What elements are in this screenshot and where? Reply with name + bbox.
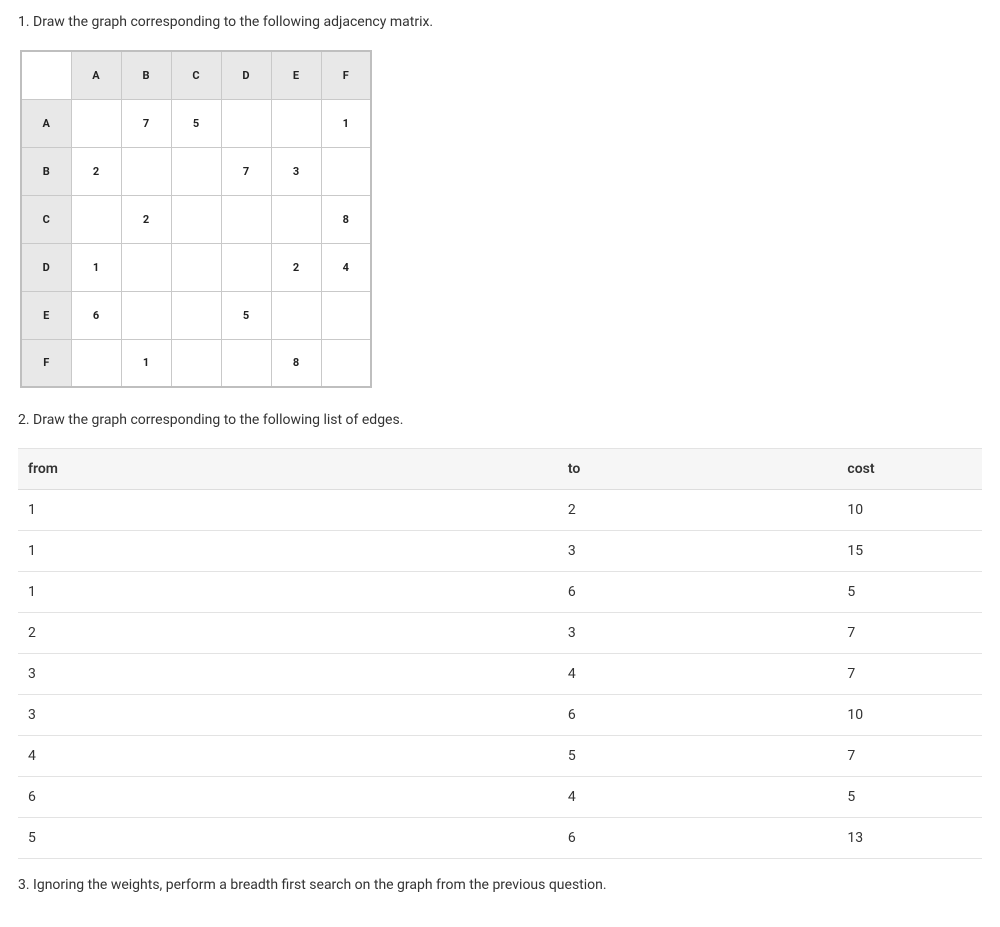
adjacency-cell (171, 339, 221, 387)
adjacency-cell: 5 (171, 99, 221, 147)
adjacency-cell (271, 195, 321, 243)
adjacency-cell: 6 (71, 291, 121, 339)
adjacency-cell: 4 (321, 243, 371, 291)
edges-table: from to cost 121013151652373473610457645… (18, 448, 982, 859)
adjacency-col-header: E (271, 51, 321, 99)
adjacency-cell (321, 339, 371, 387)
edge-cost-cell: 10 (837, 490, 982, 531)
adjacency-col-header: F (321, 51, 371, 99)
question-1-text: 1. Draw the graph corresponding to the f… (18, 14, 982, 30)
edge-to-cell: 5 (558, 736, 838, 777)
adjacency-cell (321, 147, 371, 195)
adjacency-cell (171, 195, 221, 243)
adjacency-cell (71, 195, 121, 243)
adjacency-cell (171, 243, 221, 291)
edge-cost-cell: 7 (837, 736, 982, 777)
edge-from-cell: 1 (18, 490, 558, 531)
adjacency-cell: 5 (221, 291, 271, 339)
edge-cost-cell: 15 (837, 531, 982, 572)
adjacency-cell: 2 (271, 243, 321, 291)
adjacency-cell: 7 (121, 99, 171, 147)
adjacency-cell (271, 291, 321, 339)
table-row: 237 (18, 613, 982, 654)
edge-to-cell: 4 (558, 777, 838, 818)
edge-to-cell: 6 (558, 695, 838, 736)
edge-to-cell: 6 (558, 572, 838, 613)
question-3-text: 3. Ignoring the weights, perform a bread… (18, 877, 982, 893)
adjacency-cell: 1 (121, 339, 171, 387)
table-row: 1315 (18, 531, 982, 572)
edge-from-cell: 1 (18, 531, 558, 572)
edge-cost-cell: 5 (837, 777, 982, 818)
edge-from-cell: 3 (18, 695, 558, 736)
adjacency-cell (221, 99, 271, 147)
adjacency-row-header: C (21, 195, 71, 243)
edge-from-cell: 4 (18, 736, 558, 777)
edge-from-cell: 5 (18, 818, 558, 859)
edge-from-cell: 6 (18, 777, 558, 818)
adjacency-cell (171, 147, 221, 195)
table-row: 1210 (18, 490, 982, 531)
edge-from-cell: 2 (18, 613, 558, 654)
adjacency-cell (171, 291, 221, 339)
adjacency-col-header: D (221, 51, 271, 99)
adjacency-cell (221, 195, 271, 243)
adjacency-cell (221, 339, 271, 387)
adjacency-cell: 7 (221, 147, 271, 195)
adjacency-cell (271, 99, 321, 147)
adjacency-corner-cell (21, 51, 71, 99)
adjacency-matrix-table: A B C D E F A 7 5 1 B 2 7 3 C 2 8 D 1 (20, 50, 372, 388)
adjacency-row-header: F (21, 339, 71, 387)
edge-to-cell: 3 (558, 531, 838, 572)
table-row: 347 (18, 654, 982, 695)
edge-to-cell: 6 (558, 818, 838, 859)
adjacency-cell: 1 (321, 99, 371, 147)
edge-cost-cell: 5 (837, 572, 982, 613)
edge-from-cell: 3 (18, 654, 558, 695)
adjacency-cell: 1 (71, 243, 121, 291)
edges-header-to: to (558, 449, 838, 490)
adjacency-row-header: D (21, 243, 71, 291)
table-row: 3610 (18, 695, 982, 736)
adjacency-row-header: E (21, 291, 71, 339)
table-row: 5613 (18, 818, 982, 859)
edge-cost-cell: 7 (837, 613, 982, 654)
adjacency-cell: 2 (121, 195, 171, 243)
adjacency-cell (71, 339, 121, 387)
adjacency-cell (221, 243, 271, 291)
adjacency-cell: 8 (321, 195, 371, 243)
edge-to-cell: 4 (558, 654, 838, 695)
adjacency-col-header: C (171, 51, 221, 99)
edge-cost-cell: 10 (837, 695, 982, 736)
adjacency-cell (121, 243, 171, 291)
adjacency-cell (121, 291, 171, 339)
adjacency-cell: 2 (71, 147, 121, 195)
edge-cost-cell: 7 (837, 654, 982, 695)
edges-header-from: from (18, 449, 558, 490)
table-row: 457 (18, 736, 982, 777)
edge-to-cell: 3 (558, 613, 838, 654)
table-row: 165 (18, 572, 982, 613)
edge-cost-cell: 13 (837, 818, 982, 859)
adjacency-cell (321, 291, 371, 339)
question-2-text: 2. Draw the graph corresponding to the f… (18, 412, 982, 428)
adjacency-cell: 3 (271, 147, 321, 195)
adjacency-row-header: A (21, 99, 71, 147)
adjacency-cell (71, 99, 121, 147)
adjacency-cell (121, 147, 171, 195)
adjacency-col-header: A (71, 51, 121, 99)
adjacency-col-header: B (121, 51, 171, 99)
table-row: 645 (18, 777, 982, 818)
adjacency-cell: 8 (271, 339, 321, 387)
edges-header-cost: cost (837, 449, 982, 490)
edge-to-cell: 2 (558, 490, 838, 531)
edge-from-cell: 1 (18, 572, 558, 613)
adjacency-row-header: B (21, 147, 71, 195)
